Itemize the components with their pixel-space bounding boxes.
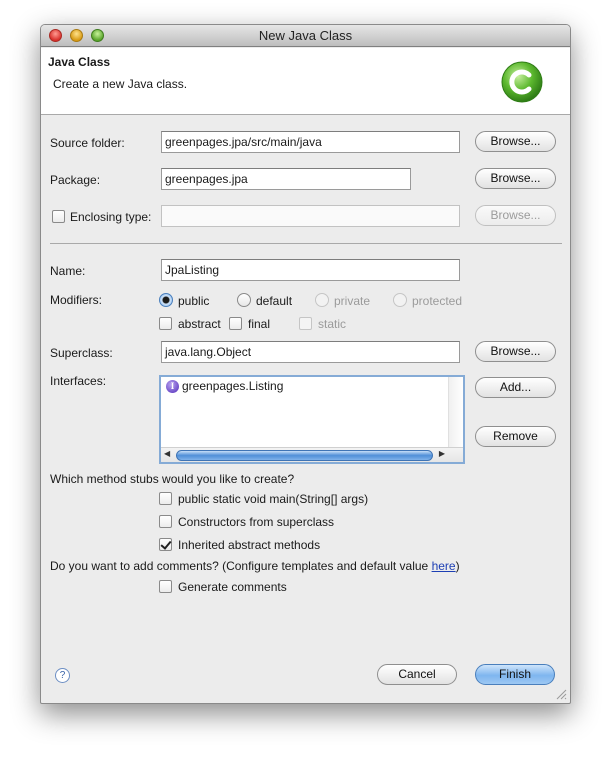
help-icon[interactable]: ? xyxy=(55,668,70,683)
source-folder-label: Source folder: xyxy=(50,136,125,150)
package-browse-button[interactable]: Browse... xyxy=(475,168,556,189)
stub-main-label: public static void main(String[] args) xyxy=(178,492,369,506)
scroll-left-arrow-icon[interactable]: ◀ xyxy=(164,449,170,458)
source-folder-field[interactable]: greenpages.jpa/src/main/java xyxy=(161,131,460,153)
modifier-default-radio[interactable] xyxy=(237,293,251,307)
enclosing-type-browse-button[interactable]: Browse... xyxy=(475,205,556,226)
modifier-private-radio[interactable] xyxy=(315,293,329,307)
interfaces-list[interactable]: I greenpages.Listing ◀ ▶ xyxy=(159,375,465,464)
modifiers-label: Modifiers: xyxy=(50,293,103,307)
stub-main-checkbox[interactable] xyxy=(159,492,172,505)
interface-name: greenpages.Listing xyxy=(182,379,284,393)
modifier-static-label: static xyxy=(318,317,347,331)
interfaces-vertical-scrollbar[interactable] xyxy=(448,377,463,449)
method-stubs-question: Which method stubs would you like to cre… xyxy=(50,472,295,486)
resize-grip-icon[interactable] xyxy=(555,688,567,700)
java-class-logo-icon xyxy=(501,61,543,103)
enclosing-type-label: Enclosing type: xyxy=(70,210,152,224)
interface-icon: I xyxy=(166,379,179,393)
package-field[interactable]: greenpages.jpa xyxy=(161,168,411,190)
cancel-button[interactable]: Cancel xyxy=(377,664,457,685)
superclass-label: Superclass: xyxy=(50,346,113,360)
modifier-default-label: default xyxy=(256,294,293,308)
finish-button[interactable]: Finish xyxy=(475,664,555,685)
modifier-static-checkbox[interactable] xyxy=(299,317,312,330)
wizard-page-description: Create a new Java class. xyxy=(53,77,188,91)
name-label: Name: xyxy=(50,264,86,278)
scroll-right-arrow-icon[interactable]: ▶ xyxy=(439,449,445,458)
wizard-page-title: Java Class xyxy=(48,55,111,69)
modifier-final-checkbox[interactable] xyxy=(229,317,242,330)
package-label: Package: xyxy=(50,173,101,187)
stub-constructors-checkbox[interactable] xyxy=(159,515,172,528)
superclass-browse-button[interactable]: Browse... xyxy=(475,341,556,362)
enclosing-type-checkbox[interactable] xyxy=(52,210,65,223)
comments-question-suffix: ) xyxy=(455,559,460,573)
title-bar[interactable]: New Java Class xyxy=(41,25,570,47)
interfaces-label: Interfaces: xyxy=(50,374,107,388)
source-folder-browse-button[interactable]: Browse... xyxy=(475,131,556,152)
configure-templates-link[interactable]: here xyxy=(432,559,456,573)
class-name-field[interactable]: JpaListing xyxy=(161,259,460,281)
horizontal-scroll-thumb[interactable] xyxy=(176,450,433,461)
modifier-protected-radio[interactable] xyxy=(393,293,407,307)
separator xyxy=(50,243,562,244)
modifier-abstract-checkbox[interactable] xyxy=(159,317,172,330)
modifier-protected-label: protected xyxy=(412,294,463,308)
interfaces-horizontal-scrollbar[interactable]: ◀ ▶ xyxy=(161,447,463,462)
modifier-public-label: public xyxy=(178,294,210,308)
comments-question: Do you want to add comments? (Configure … xyxy=(50,559,460,573)
modifier-abstract-label: abstract xyxy=(178,317,221,331)
list-item[interactable]: I greenpages.Listing xyxy=(166,379,283,393)
generate-comments-label: Generate comments xyxy=(178,580,287,594)
window-title: New Java Class xyxy=(258,28,353,43)
comments-question-text: Do you want to add comments? (Configure … xyxy=(50,559,432,573)
superclass-field[interactable]: java.lang.Object xyxy=(161,341,460,363)
stub-inherited-abstract-checkbox[interactable] xyxy=(159,538,172,551)
modifier-public-radio[interactable] xyxy=(159,293,173,307)
stub-constructors-label: Constructors from superclass xyxy=(178,515,335,529)
new-java-class-dialog: New Java Class Java Class Create a new J… xyxy=(40,24,571,704)
remove-interface-button[interactable]: Remove xyxy=(475,426,556,447)
add-interface-button[interactable]: Add... xyxy=(475,377,556,398)
modifier-final-label: final xyxy=(248,317,271,331)
enclosing-type-field[interactable] xyxy=(161,205,460,227)
modifier-private-label: private xyxy=(334,294,371,308)
generate-comments-checkbox[interactable] xyxy=(159,580,172,593)
wizard-header: Java Class Create a new Java class. xyxy=(41,48,570,115)
stub-inherited-abstract-label: Inherited abstract methods xyxy=(178,538,321,552)
